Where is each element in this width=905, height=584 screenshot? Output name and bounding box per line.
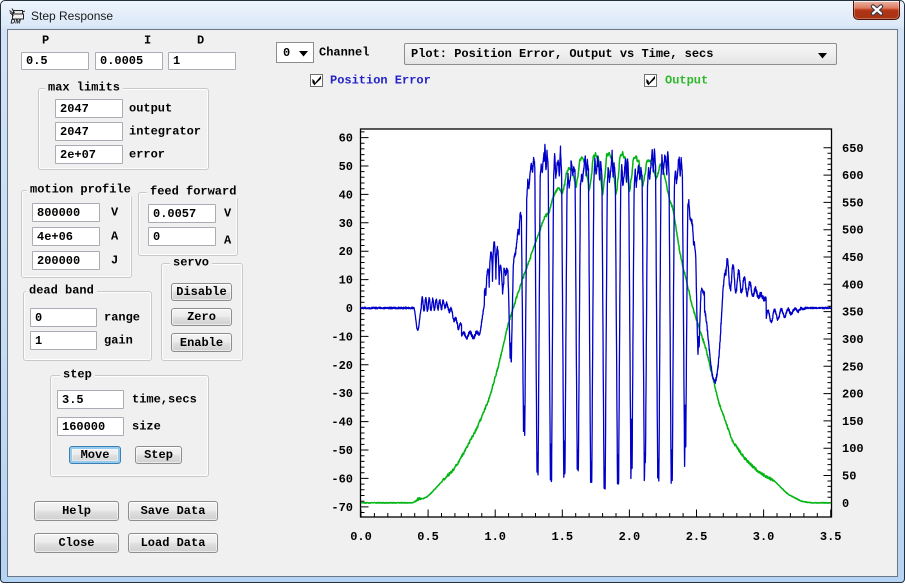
svg-text:600: 600 — [842, 169, 864, 183]
svg-text:0: 0 — [346, 302, 353, 316]
svg-text:-50: -50 — [331, 444, 353, 458]
svg-text:0.0: 0.0 — [350, 530, 372, 544]
svg-text:450: 450 — [842, 251, 864, 265]
svg-text:-20: -20 — [331, 359, 353, 373]
svg-text:50: 50 — [339, 160, 353, 174]
svg-text:650: 650 — [842, 142, 864, 156]
svg-text:1.5: 1.5 — [551, 530, 573, 544]
svg-text:-60: -60 — [331, 472, 353, 486]
svg-text:500: 500 — [842, 224, 864, 238]
svg-text:150: 150 — [842, 415, 864, 429]
svg-text:30: 30 — [339, 217, 353, 231]
svg-text:100: 100 — [842, 442, 864, 456]
svg-text:-40: -40 — [331, 416, 353, 430]
svg-text:3.5: 3.5 — [820, 530, 842, 544]
svg-text:1.0: 1.0 — [484, 530, 506, 544]
svg-text:60: 60 — [339, 132, 353, 146]
svg-text:400: 400 — [842, 278, 864, 292]
svg-text:2.5: 2.5 — [686, 530, 708, 544]
svg-text:20: 20 — [339, 245, 353, 259]
svg-text:550: 550 — [842, 196, 864, 210]
svg-text:10: 10 — [339, 274, 353, 288]
svg-text:40: 40 — [339, 188, 353, 202]
svg-text:-30: -30 — [331, 387, 353, 401]
svg-text:-70: -70 — [331, 501, 353, 515]
svg-text:0: 0 — [842, 497, 849, 511]
svg-text:250: 250 — [842, 360, 864, 374]
svg-text:50: 50 — [842, 470, 856, 484]
svg-text:2.0: 2.0 — [619, 530, 641, 544]
svg-text:-10: -10 — [331, 330, 353, 344]
svg-text:3.0: 3.0 — [753, 530, 775, 544]
svg-text:0.5: 0.5 — [417, 530, 439, 544]
svg-text:200: 200 — [842, 388, 864, 402]
svg-text:300: 300 — [842, 333, 864, 347]
svg-text:350: 350 — [842, 306, 864, 320]
